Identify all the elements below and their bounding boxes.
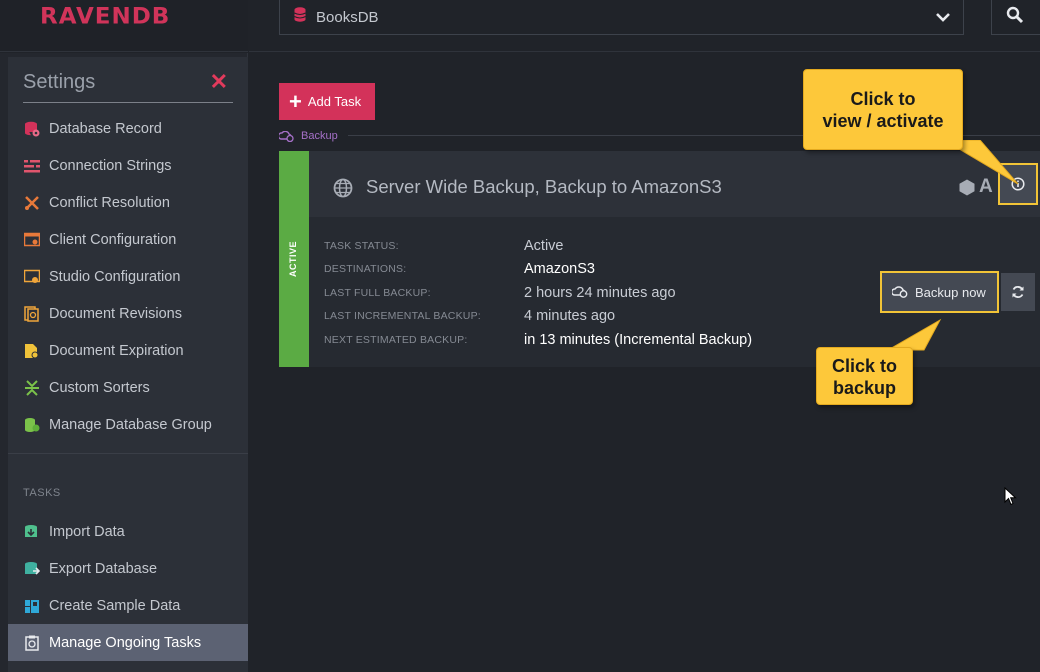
ongoing-tasks-icon: [23, 634, 41, 652]
sidebar-item-conflict-resolution[interactable]: Conflict Resolution: [8, 184, 248, 221]
callout-line: Click to: [850, 89, 916, 109]
sidebar-item-label: Manage Ongoing Tasks: [49, 634, 202, 651]
sidebar-item-label: Connection Strings: [49, 157, 172, 174]
callout-line: Click to: [831, 356, 897, 376]
add-task-button[interactable]: + Add Task: [279, 83, 375, 120]
backup-section-label: Backup: [279, 130, 338, 142]
task-name[interactable]: Server Wide Backup, Backup to AmazonS3: [366, 176, 722, 198]
section-title: Backup: [301, 130, 338, 142]
task-status-value: Active: [524, 238, 564, 254]
task-header: Server Wide Backup, Backup to AmazonS3 A: [309, 151, 1040, 217]
client-config-icon: [23, 231, 41, 249]
connection-strings-icon: [23, 157, 41, 175]
sidebar-item-label: Manage Database Group: [49, 416, 212, 433]
expiration-icon: [23, 342, 41, 360]
chevron-down-icon: [935, 10, 951, 28]
conflict-icon: [23, 194, 41, 212]
sidebar-item-custom-sorters[interactable]: Custom Sorters: [8, 369, 248, 406]
callout-backup: Click to backup: [816, 347, 913, 405]
sidebar-item-document-revisions[interactable]: Document Revisions: [8, 295, 248, 332]
callout-view-activate: Click to view / activate: [803, 69, 963, 150]
destinations-value: AmazonS3: [524, 261, 595, 277]
revisions-icon: [23, 305, 41, 323]
sidebar-item-label: Export Database: [49, 560, 158, 577]
database-name: BooksDB: [316, 8, 379, 26]
backup-icon: [892, 286, 908, 298]
sidebar-item-label: Document Expiration: [49, 342, 184, 359]
last-full-backup-label: LAST FULL BACKUP:: [324, 287, 431, 299]
sidebar-item-client-configuration[interactable]: Client Configuration: [8, 221, 248, 258]
sidebar-item-studio-configuration[interactable]: Studio Configuration: [8, 258, 248, 295]
last-incremental-backup-value: 4 minutes ago: [524, 308, 616, 324]
import-icon: [23, 523, 41, 541]
ravendb-logo[interactable]: RAVENDB: [40, 5, 170, 30]
backup-now-button[interactable]: Backup now: [880, 271, 999, 313]
sidebar-item-export-database[interactable]: Export Database: [8, 550, 248, 587]
sidebar-item-database-record[interactable]: Database Record: [8, 110, 248, 147]
backup-now-label: Backup now: [915, 284, 986, 300]
status-strip: ACTIVE: [279, 151, 309, 367]
db-group-icon: [23, 416, 41, 434]
sidebar-item-label: Import Data: [49, 523, 125, 540]
sidebar-item-document-expiration[interactable]: Document Expiration: [8, 332, 248, 369]
settings-title: Settings: [23, 71, 96, 93]
refresh-button[interactable]: [1001, 273, 1035, 311]
mouse-cursor-icon: [1004, 487, 1017, 506]
sidebar-item-label: Conflict Resolution: [49, 194, 170, 211]
sidebar-item-label: Client Configuration: [49, 231, 177, 248]
sidebar-item-label: Create Sample Data: [49, 597, 181, 614]
callout-line: view / activate: [822, 111, 944, 131]
logo-bar: RAVENDB: [0, 0, 248, 52]
globe-icon: [333, 178, 353, 203]
top-bar: BooksDB: [249, 0, 1040, 52]
sidebar-item-manage-ongoing-tasks[interactable]: Manage Ongoing Tasks: [8, 624, 248, 661]
database-icon: [294, 7, 306, 27]
sidebar-item-label: Document Revisions: [49, 305, 182, 322]
studio-config-icon: [23, 268, 41, 286]
database-selector[interactable]: BooksDB: [279, 0, 964, 35]
sidebar-item-label: Custom Sorters: [49, 379, 150, 396]
last-incremental-backup-label: LAST INCREMENTAL BACKUP:: [324, 310, 481, 322]
status-strip-label: ACTIVE: [288, 240, 298, 277]
callout-line: backup: [832, 378, 897, 398]
sidebar-item-manage-database-group[interactable]: Manage Database Group: [8, 406, 248, 443]
tasks-heading: TASKS: [23, 487, 61, 499]
sidebar: Settings ✕ Database Record Connection St…: [0, 53, 248, 672]
destinations-label: DESTINATIONS:: [324, 263, 407, 275]
next-backup-label: NEXT ESTIMATED BACKUP:: [324, 334, 468, 346]
sidebar-item-create-sample-data[interactable]: Create Sample Data: [8, 587, 248, 624]
backup-icon: [279, 130, 294, 142]
sidebar-divider: [8, 453, 248, 454]
sample-data-icon: [23, 597, 41, 615]
sorters-icon: [23, 379, 41, 397]
add-task-label: Add Task: [307, 94, 362, 109]
sidebar-item-connection-strings[interactable]: Connection Strings: [8, 147, 248, 184]
close-settings-button[interactable]: ✕: [210, 71, 228, 93]
database-record-icon: [23, 120, 41, 138]
settings-header: Settings ✕: [23, 69, 233, 103]
settings-panel: Settings ✕ Database Record Connection St…: [8, 57, 248, 672]
task-status-label: TASK STATUS:: [324, 240, 399, 252]
sidebar-item-label: Studio Configuration: [49, 268, 181, 285]
search-button[interactable]: [991, 0, 1040, 35]
sidebar-item-import-data[interactable]: Import Data: [8, 513, 248, 550]
next-backup-value: in 13 minutes (Incremental Backup): [524, 332, 753, 348]
sidebar-item-label: Database Record: [49, 120, 162, 137]
last-full-backup-value: 2 hours 24 minutes ago: [524, 285, 676, 301]
export-icon: [23, 560, 41, 578]
search-icon: [1006, 6, 1024, 29]
refresh-icon: [1012, 286, 1024, 298]
plus-icon: +: [289, 88, 302, 114]
